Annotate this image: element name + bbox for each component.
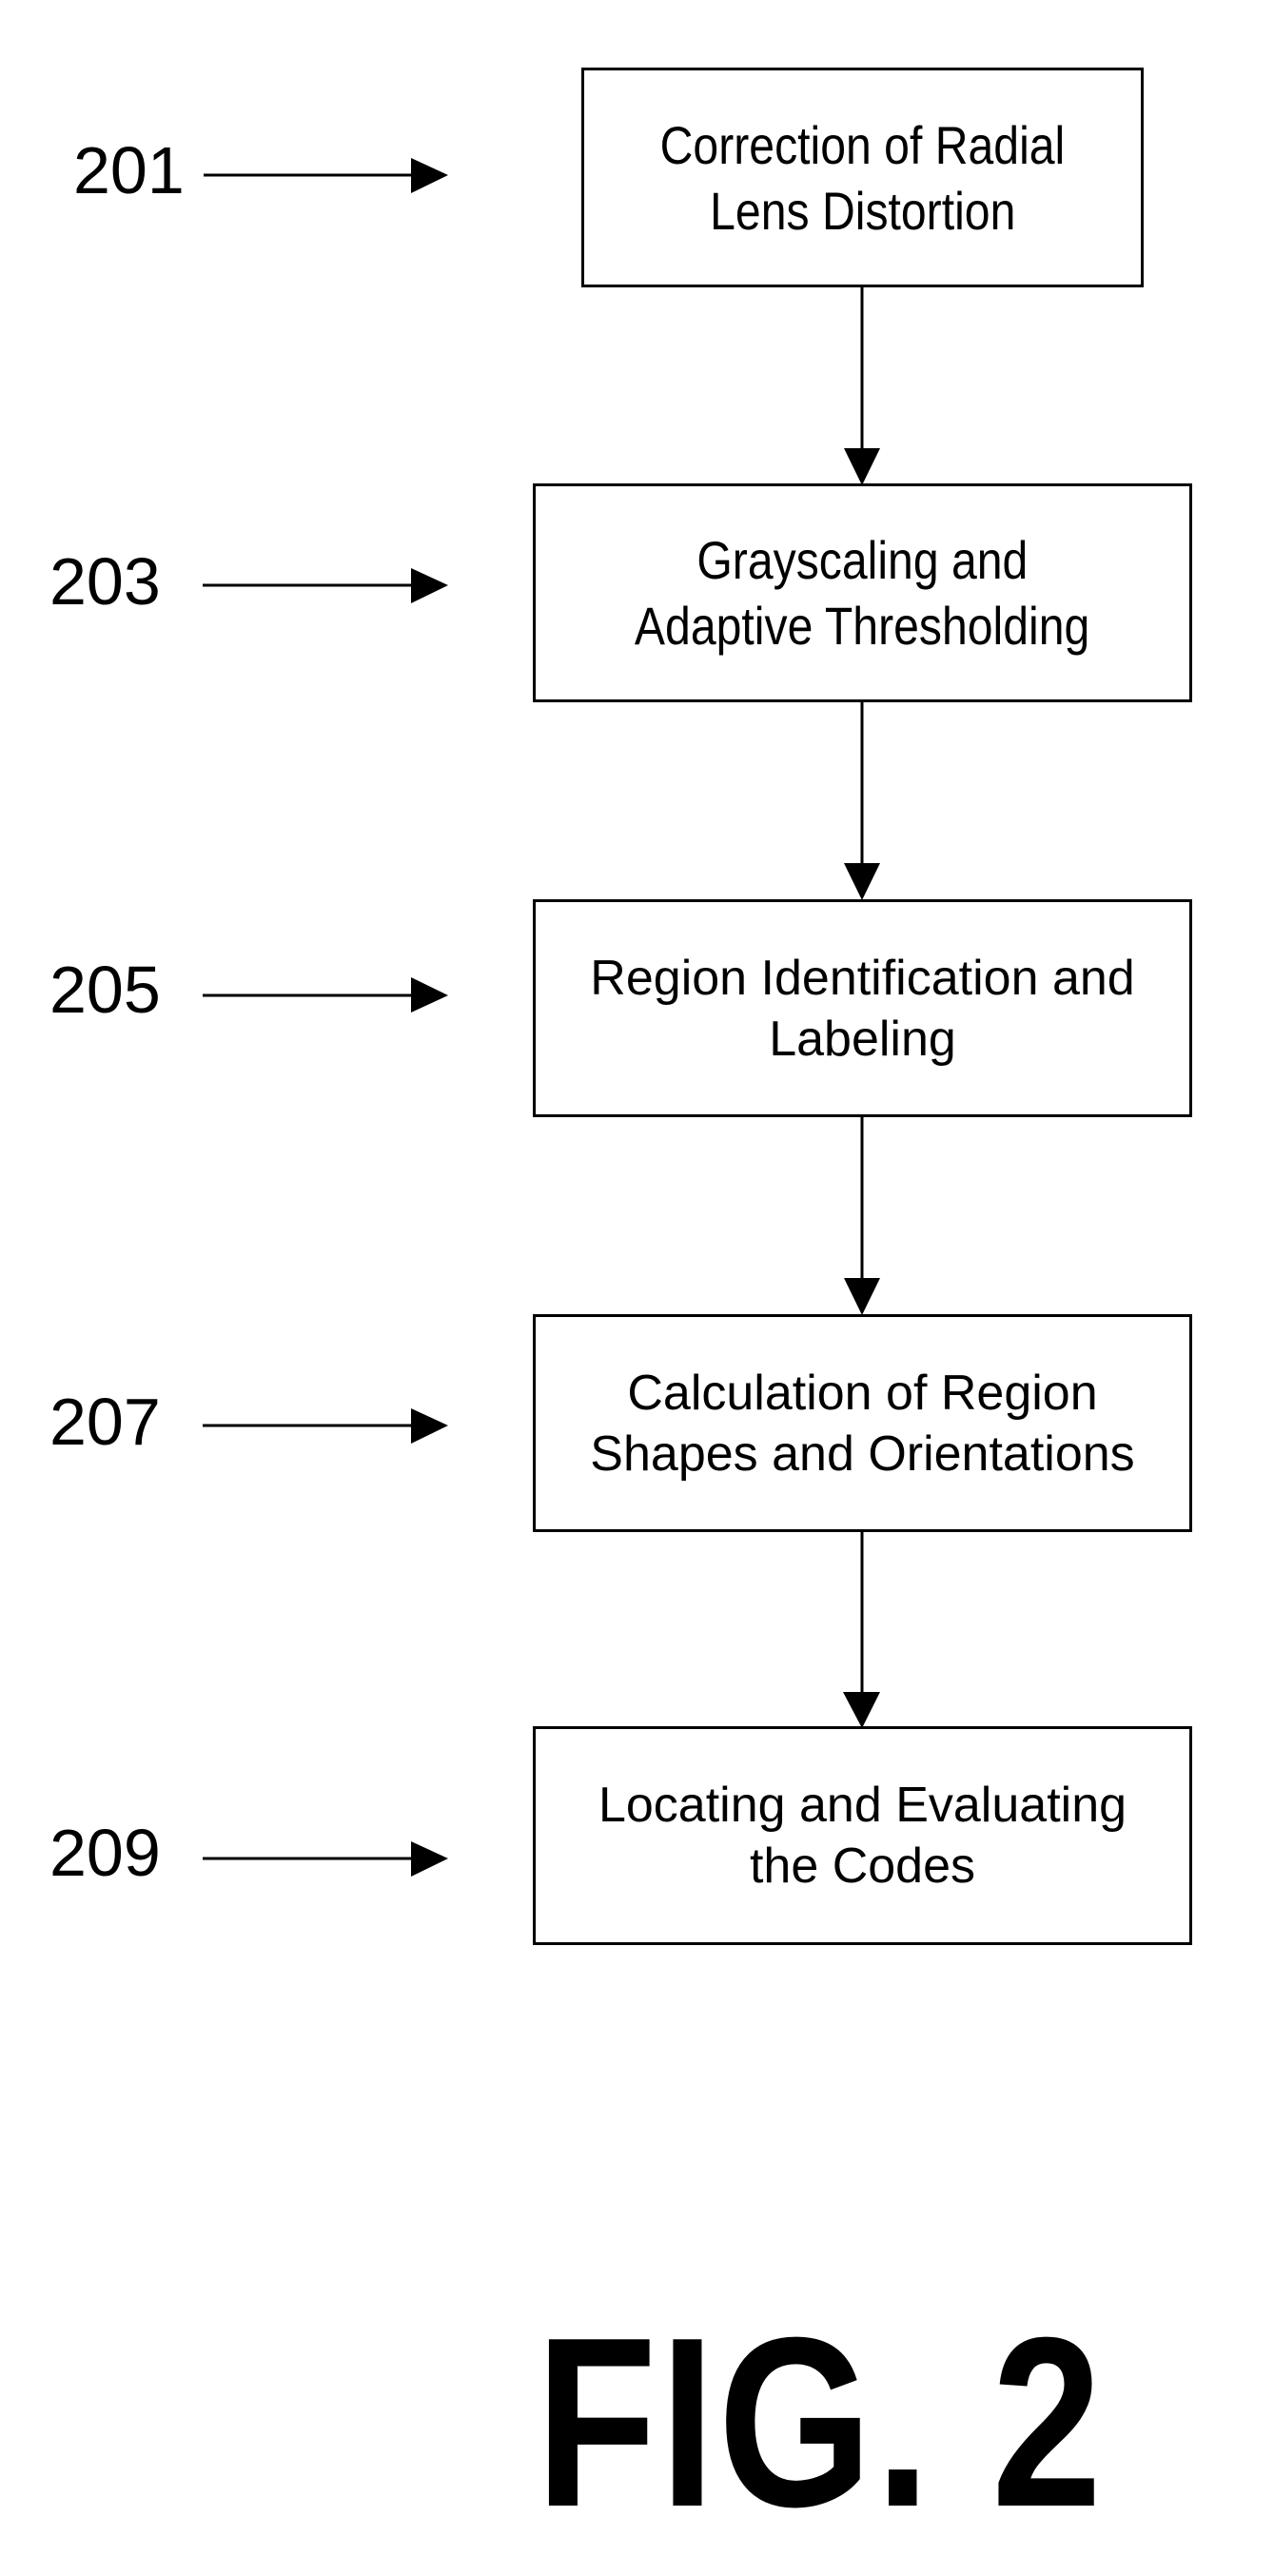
step-text-line: Lens Distortion [709, 180, 1016, 241]
step-text-line: Labeling [769, 1011, 956, 1067]
connector-203-to-205 [844, 701, 880, 900]
step-text-line: Region Identification and [590, 950, 1135, 1006]
flowchart-canvas: 201 203 205 207 209 Correction of Radial… [0, 0, 1274, 2576]
ref-arrow-209 [203, 1841, 448, 1877]
connector-207-to-209 [843, 1530, 880, 1728]
arrows-layer [203, 158, 880, 1877]
step-box-201: Correction of Radial Lens Distortion [581, 68, 1144, 287]
step-text-line: Grayscaling and [696, 530, 1029, 590]
step-text-line: Correction of Radial [659, 114, 1066, 175]
step-text-line: Locating and Evaluating [598, 1778, 1127, 1833]
connector-205-to-207 [844, 1115, 880, 1315]
ref-label-209: 209 [49, 1816, 161, 1890]
ref-arrow-207 [203, 1408, 448, 1444]
ref-label-207: 207 [49, 1385, 161, 1459]
connector-201-to-203 [844, 286, 880, 485]
step-box-207: Calculation of Region Shapes and Orienta… [533, 1314, 1192, 1532]
ref-arrow-203 [203, 568, 448, 603]
figure-title: FIG. 2 [536, 2287, 1106, 2557]
ref-arrow-201 [204, 158, 448, 193]
step-box-209: Locating and Evaluating the Codes [533, 1726, 1192, 1945]
step-text-line: Calculation of Region [627, 1365, 1098, 1421]
ref-label-201: 201 [73, 133, 185, 207]
ref-label-203: 203 [49, 544, 161, 619]
step-text-line: the Codes [749, 1839, 976, 1894]
ref-label-205: 205 [49, 953, 161, 1027]
step-box-205: Region Identification and Labeling [533, 899, 1192, 1117]
step-text-line: Adaptive Thresholding [635, 596, 1090, 656]
step-box-203: Grayscaling and Adaptive Thresholding [533, 483, 1192, 702]
ref-arrow-205 [203, 977, 448, 1013]
step-text-line: Shapes and Orientations [590, 1426, 1135, 1482]
